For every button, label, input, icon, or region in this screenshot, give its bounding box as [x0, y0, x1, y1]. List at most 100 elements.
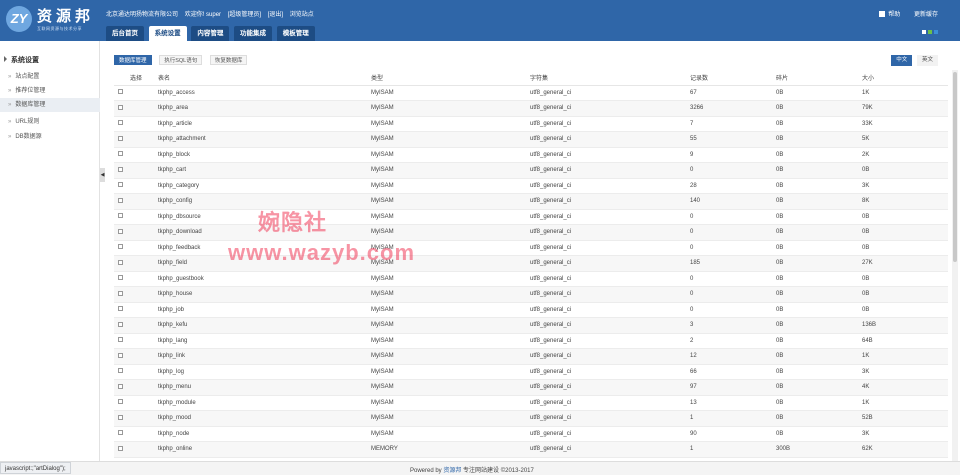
table-charset-cell: utf8_general_ci	[528, 426, 688, 442]
sidebar-item-database[interactable]: » 数据库管理	[0, 98, 100, 112]
table-header-row: 选择 表名 类型 字符集 记录数 碎片 大小	[114, 71, 948, 86]
row-checkbox[interactable]	[118, 104, 123, 110]
db-manage-button[interactable]: 数据库管理	[114, 55, 152, 65]
row-checkbox[interactable]	[118, 182, 123, 188]
row-checkbox[interactable]	[118, 135, 123, 141]
table-records-cell: 0	[688, 209, 774, 225]
table-size-cell: 0B	[860, 162, 948, 179]
sidebar-item-url-rules[interactable]: » URL规则	[0, 115, 100, 129]
table-size-cell: 79K	[860, 100, 948, 117]
row-checkbox[interactable]	[118, 399, 123, 405]
table-name-cell: tkphp_node	[156, 426, 369, 442]
table-row: tkphp_node MyISAM utf8_general_ci 90 0B 3K	[114, 426, 948, 442]
tab-home[interactable]: 后台首页	[106, 26, 144, 41]
row-checkbox[interactable]	[118, 321, 123, 327]
table-name-cell: tkphp_attachment	[156, 131, 369, 148]
row-checkbox[interactable]	[118, 306, 123, 312]
help-icon	[879, 11, 886, 17]
table-size-cell: 0B	[860, 302, 948, 318]
table-type-cell: MyISAM	[369, 379, 528, 396]
row-checkbox[interactable]	[118, 290, 123, 296]
table-fragment-cell: 0B	[774, 302, 860, 318]
table-fragment-cell: 0B	[774, 395, 860, 411]
row-checkbox[interactable]	[118, 414, 123, 420]
row-select-cell	[114, 193, 156, 210]
row-checkbox[interactable]	[118, 120, 123, 126]
table-charset-cell: utf8_general_ci	[528, 147, 688, 163]
row-select-cell	[114, 271, 156, 287]
table-row: tkphp_category MyISAM utf8_general_ci 28 0B 3…	[114, 178, 948, 194]
sidebar-collapse-toggle[interactable]: ◀	[100, 168, 105, 182]
row-select-cell	[114, 178, 156, 194]
col-name: 表名	[156, 71, 369, 86]
sidebar-item-db-source[interactable]: » DB数据源	[0, 130, 100, 144]
table-fragment-cell: 0B	[774, 379, 860, 396]
table-type-cell: MyISAM	[369, 131, 528, 148]
footer-brand-link[interactable]: 资源邦	[443, 468, 461, 474]
tab-content[interactable]: 内容管理	[191, 26, 230, 41]
logout-link[interactable]: [退出]	[268, 12, 283, 18]
row-checkbox[interactable]	[118, 259, 123, 265]
table-row: tkphp_job MyISAM utf8_general_ci 0 0B 0B	[114, 302, 948, 318]
vertical-scrollbar[interactable]	[952, 70, 958, 465]
table-charset-cell: utf8_general_ci	[528, 364, 688, 380]
table-row: tkphp_block MyISAM utf8_general_ci 9 0B 2K	[114, 147, 948, 163]
tab-features[interactable]: 功能集成	[234, 26, 273, 41]
table-type-cell: MyISAM	[369, 209, 528, 225]
lang-english-button[interactable]: 英文	[916, 55, 938, 66]
table-size-cell: 52B	[860, 410, 948, 427]
row-checkbox[interactable]	[118, 244, 123, 250]
watermark-text: 婉隐社	[258, 210, 328, 235]
lang-chinese-button[interactable]: 中文	[891, 55, 913, 66]
row-checkbox[interactable]	[118, 166, 123, 172]
scrollbar-thumb[interactable]	[953, 72, 957, 262]
table-size-cell: 3K	[860, 364, 948, 380]
table-type-cell: MyISAM	[369, 395, 528, 411]
skin-white-swatch[interactable]	[922, 30, 926, 34]
table-records-cell: 55	[688, 131, 774, 148]
restore-db-button[interactable]: 恢复数据库	[209, 55, 248, 65]
row-checkbox[interactable]	[118, 275, 123, 281]
col-fragment: 碎片	[774, 71, 860, 86]
table-row: tkphp_config MyISAM utf8_general_ci 140 0B 8K	[114, 193, 948, 210]
table-size-cell: 1K	[860, 395, 948, 411]
table-type-cell: MyISAM	[369, 116, 528, 132]
table-type-cell: MyISAM	[369, 224, 528, 241]
table-charset-cell: utf8_general_ci	[528, 178, 688, 194]
view-site-link[interactable]: 浏览站点	[290, 12, 314, 18]
table-type-cell: MyISAM	[369, 193, 528, 210]
row-checkbox[interactable]	[118, 337, 123, 343]
skin-blue-swatch[interactable]	[934, 30, 938, 34]
row-checkbox[interactable]	[118, 383, 123, 389]
table-charset-cell: utf8_general_ci	[528, 255, 688, 272]
row-select-cell	[114, 162, 156, 179]
row-checkbox[interactable]	[118, 197, 123, 203]
skin-green-swatch[interactable]	[928, 30, 932, 34]
row-checkbox[interactable]	[118, 213, 123, 219]
row-checkbox[interactable]	[118, 89, 123, 95]
sidebar-item-positions[interactable]: » 推荐位管理	[0, 84, 100, 98]
main-content: 数据库管理 执行SQL语句 恢复数据库 中文 英文 选择 表名 类型 字符集 记…	[108, 41, 960, 461]
row-checkbox[interactable]	[118, 352, 123, 358]
table-charset-cell: utf8_general_ci	[528, 410, 688, 427]
row-checkbox[interactable]	[118, 368, 123, 374]
row-checkbox[interactable]	[118, 228, 123, 234]
table-size-cell: 1K	[860, 85, 948, 101]
tab-templates[interactable]: 模板管理	[276, 26, 315, 41]
table-name-cell: tkphp_category	[156, 178, 369, 194]
arrow-icon: »	[8, 74, 12, 80]
row-select-cell	[114, 379, 156, 396]
table-size-cell: 27K	[860, 255, 948, 272]
arrow-icon: »	[8, 134, 12, 140]
logo[interactable]: ZY 资源邦 互联网资源与技术分享	[6, 5, 96, 35]
help-link[interactable]: 帮助	[879, 11, 900, 18]
refresh-cache-link[interactable]: 更新缓存	[914, 12, 938, 18]
tab-system-settings[interactable]: 系统设置	[148, 26, 187, 41]
table-name-cell: tkphp_job	[156, 302, 369, 318]
exec-sql-button[interactable]: 执行SQL语句	[159, 55, 203, 65]
row-checkbox[interactable]	[118, 430, 123, 436]
row-checkbox[interactable]	[118, 151, 123, 157]
sidebar-item-site-config[interactable]: » 站点配置	[0, 70, 100, 84]
row-checkbox[interactable]	[118, 445, 123, 451]
table-charset-cell: utf8_general_ci	[528, 162, 688, 179]
